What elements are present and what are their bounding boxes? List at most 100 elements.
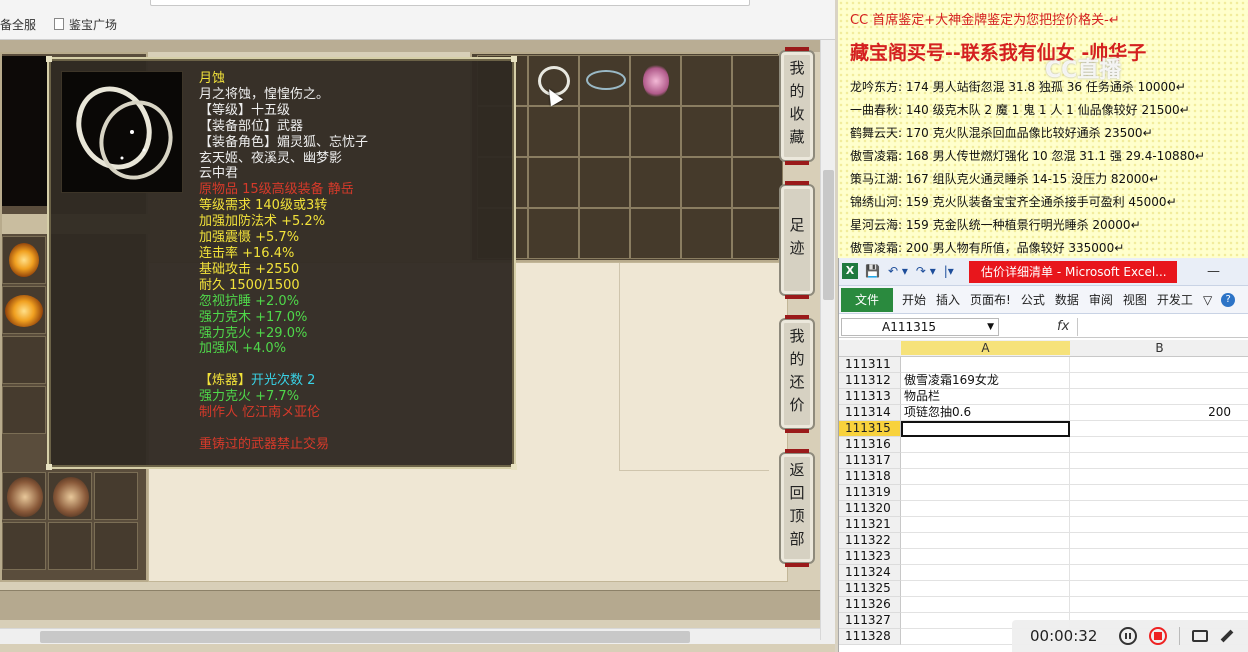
cell-b[interactable] [1070,517,1248,533]
ribbon-tab[interactable]: 插入 [931,291,965,308]
inventory-slot[interactable] [681,208,732,259]
cell-a[interactable] [901,597,1070,613]
row-number[interactable]: 111317 [839,453,901,469]
row-number[interactable]: 111321 [839,517,901,533]
cell-b[interactable] [1070,581,1248,597]
redo-icon[interactable]: ↷ ▾ [916,264,936,278]
inventory-slot[interactable] [732,55,783,106]
inventory-slot[interactable] [579,208,630,259]
cell-a[interactable] [901,581,1070,597]
row-number[interactable]: 111319 [839,485,901,501]
cell-a[interactable] [901,533,1070,549]
ribbon-collapse-icon[interactable]: ▽ [1198,293,1217,307]
address-bar[interactable] [150,0,750,6]
undo-icon[interactable]: ↶ ▾ [888,264,908,278]
summon-slot[interactable] [2,472,46,520]
cell-a[interactable] [901,357,1070,373]
name-box[interactable]: A111315 ▼ [841,318,999,336]
inventory-slot[interactable] [732,157,783,208]
cell-b[interactable] [1070,565,1248,581]
row-number[interactable]: 111323 [839,549,901,565]
inventory-slot[interactable] [630,106,681,157]
my-favorites-button[interactable]: 我的收藏 [779,47,815,165]
equip-slot[interactable] [2,236,46,284]
save-icon[interactable]: 💾 [865,264,880,278]
cell-b[interactable] [1070,469,1248,485]
row-number[interactable]: 111315 [839,421,901,437]
inventory-slot[interactable] [630,208,681,259]
equip-slot[interactable] [2,336,46,384]
inventory-slot[interactable] [579,106,630,157]
ribbon-tab[interactable]: 视图 [1118,291,1152,308]
inventory-slot[interactable] [630,55,681,106]
cell-b[interactable] [1070,357,1248,373]
horizontal-scrollbar[interactable] [0,628,835,644]
inventory-slot[interactable] [528,208,579,259]
stop-icon[interactable] [1149,627,1168,645]
cell-b[interactable] [1070,549,1248,565]
cell-b[interactable] [1070,485,1248,501]
inventory-slot[interactable] [630,157,681,208]
cell-a[interactable] [901,485,1070,501]
function-icon[interactable]: fx [1057,319,1069,334]
bookmark-item[interactable]: 鉴宝广场 [54,16,117,33]
inventory-slot[interactable] [732,208,783,259]
row-number[interactable]: 111320 [839,501,901,517]
inventory-slot[interactable] [681,106,732,157]
scroll-thumb[interactable] [40,631,690,643]
cell-a[interactable] [901,501,1070,517]
inventory-slot[interactable] [579,55,630,106]
summon-slot[interactable] [48,472,92,520]
formula-input[interactable] [1077,318,1247,336]
minimize-button[interactable]: — [1207,264,1220,279]
cell-b[interactable] [1070,373,1248,389]
pen-icon[interactable] [1221,629,1234,643]
column-header-a[interactable]: A [901,341,1070,355]
cell-a[interactable]: 傲雪凌霜169女龙 [901,373,1070,389]
cell-b[interactable] [1070,421,1248,437]
cell-b[interactable] [1070,501,1248,517]
active-cell[interactable] [901,421,1070,437]
inventory-slot[interactable] [732,106,783,157]
ribbon-tab[interactable]: 数据 [1050,291,1084,308]
row-number[interactable]: 111322 [839,533,901,549]
inventory-slot[interactable] [528,106,579,157]
help-icon[interactable]: ? [1221,292,1236,307]
row-number[interactable]: 111312 [839,373,901,389]
cell-b[interactable] [1070,597,1248,613]
back-to-top-button[interactable]: 返回顶部 [779,449,815,567]
cell-a[interactable] [901,549,1070,565]
ribbon-tab[interactable]: 页面布! [965,291,1016,308]
pause-icon[interactable] [1119,627,1138,645]
footprint-button[interactable]: 足迹 [779,181,815,299]
my-offers-button[interactable]: 我的还价 [779,315,815,433]
cell-a[interactable] [901,453,1070,469]
equip-slot[interactable] [2,386,46,434]
inventory-slot[interactable] [579,157,630,208]
tab-file[interactable]: 文件 [841,287,894,312]
row-number[interactable]: 111328 [839,629,901,645]
column-header-b[interactable]: B [1070,341,1248,355]
bookmark-item[interactable]: 备全服 [0,16,36,33]
cell-a[interactable]: 物品栏 [901,389,1070,405]
ribbon-tab[interactable]: 公式 [1016,291,1050,308]
customize-qat-icon[interactable]: |▾ [944,264,954,278]
equip-slot[interactable] [2,286,46,334]
scroll-thumb[interactable] [823,170,834,300]
cell-a[interactable] [901,469,1070,485]
row-number[interactable]: 111314 [839,405,901,421]
row-number[interactable]: 111318 [839,469,901,485]
cell-a[interactable]: 项链忽抽0.6 [901,405,1070,421]
camera-icon[interactable] [1192,630,1209,642]
row-number[interactable]: 111313 [839,389,901,405]
cell-a[interactable] [901,517,1070,533]
cell-b[interactable]: 200 [1070,405,1248,421]
cell-b[interactable] [1070,453,1248,469]
summon-slot[interactable] [2,522,46,570]
cell-a[interactable] [901,565,1070,581]
summon-slot[interactable] [94,522,138,570]
summon-slot[interactable] [48,522,92,570]
ribbon-tab[interactable]: 开发工 [1152,291,1198,308]
cell-a[interactable] [901,437,1070,453]
inventory-slot[interactable] [681,157,732,208]
